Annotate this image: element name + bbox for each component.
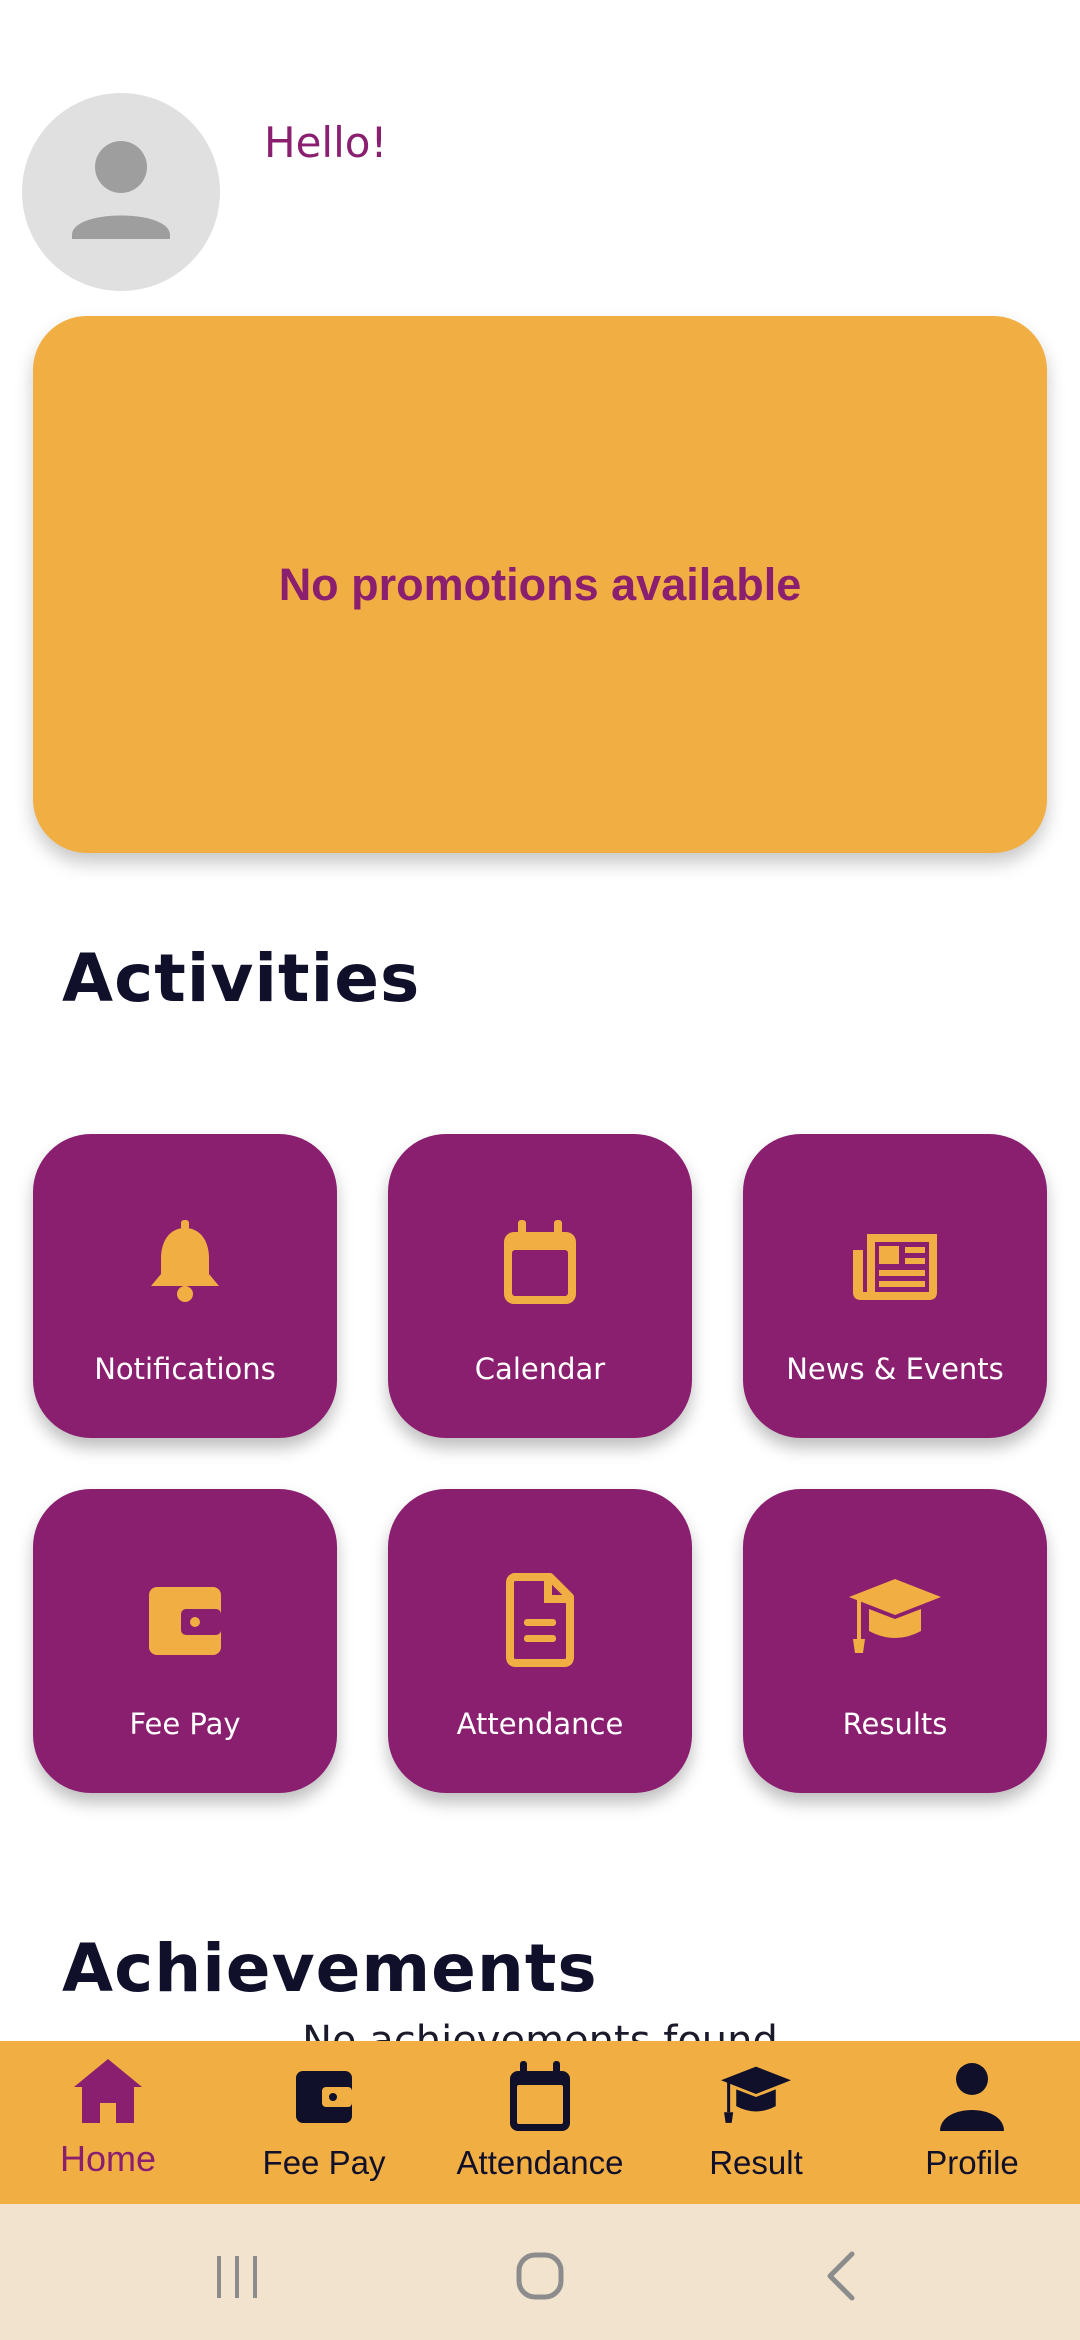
tile-label: Results xyxy=(842,1707,948,1741)
nav-label: Attendance xyxy=(456,2144,624,2181)
tile-label: Fee Pay xyxy=(129,1707,241,1741)
nav-attendance[interactable]: Attendance xyxy=(432,2041,648,2204)
tile-label: Attendance xyxy=(456,1707,624,1741)
home-screen: Hello! No promotions available Activitie… xyxy=(0,0,1080,2340)
nav-profile[interactable]: Profile xyxy=(864,2041,1080,2204)
graduation-cap-icon xyxy=(849,1579,941,1653)
person-icon xyxy=(72,141,170,239)
calendar-icon xyxy=(504,1220,576,1304)
nav-home[interactable]: Home xyxy=(0,2041,216,2204)
greeting-text: Hello! xyxy=(264,118,388,167)
wallet-icon xyxy=(296,2071,352,2123)
promotion-card[interactable]: No promotions available xyxy=(33,316,1047,853)
wallet-icon xyxy=(149,1587,221,1655)
home-circle-icon[interactable] xyxy=(510,2246,570,2306)
tile-label: Notifications xyxy=(94,1352,276,1386)
achievements-title: Achievements xyxy=(62,1930,598,2007)
calendar-icon xyxy=(510,2061,570,2131)
nav-label: Fee Pay xyxy=(262,2144,386,2181)
back-icon[interactable] xyxy=(812,2246,872,2306)
recent-apps-icon[interactable] xyxy=(207,2246,267,2306)
tile-fee-pay[interactable]: Fee Pay xyxy=(33,1489,337,1793)
activities-title: Activities xyxy=(62,940,421,1017)
tile-calendar[interactable]: Calendar xyxy=(388,1134,692,1438)
tile-label: Calendar xyxy=(474,1352,606,1386)
document-icon xyxy=(506,1573,574,1667)
tile-news-events[interactable]: News & Events xyxy=(743,1134,1047,1438)
nav-result[interactable]: Result xyxy=(648,2041,864,2204)
nav-fee-pay[interactable]: Fee Pay xyxy=(216,2041,432,2204)
graduation-cap-icon xyxy=(721,2066,791,2123)
person-icon xyxy=(940,2063,1004,2131)
tile-results[interactable]: Results xyxy=(743,1489,1047,1793)
bottom-navigation: Home Fee Pay Attendance Result Profile xyxy=(0,2041,1080,2204)
promotion-message: No promotions available xyxy=(278,558,802,610)
tile-label: News & Events xyxy=(786,1352,1004,1386)
nav-label: Result xyxy=(709,2144,803,2181)
tile-notifications[interactable]: Notifications xyxy=(33,1134,337,1438)
bell-icon xyxy=(151,1220,219,1302)
system-navigation-bar xyxy=(0,2204,1080,2340)
nav-label: Profile xyxy=(925,2144,1019,2181)
avatar[interactable] xyxy=(22,93,220,291)
newspaper-icon xyxy=(853,1234,937,1300)
nav-label: Home xyxy=(59,2138,157,2179)
tile-attendance[interactable]: Attendance xyxy=(388,1489,692,1793)
home-icon xyxy=(74,2059,142,2123)
